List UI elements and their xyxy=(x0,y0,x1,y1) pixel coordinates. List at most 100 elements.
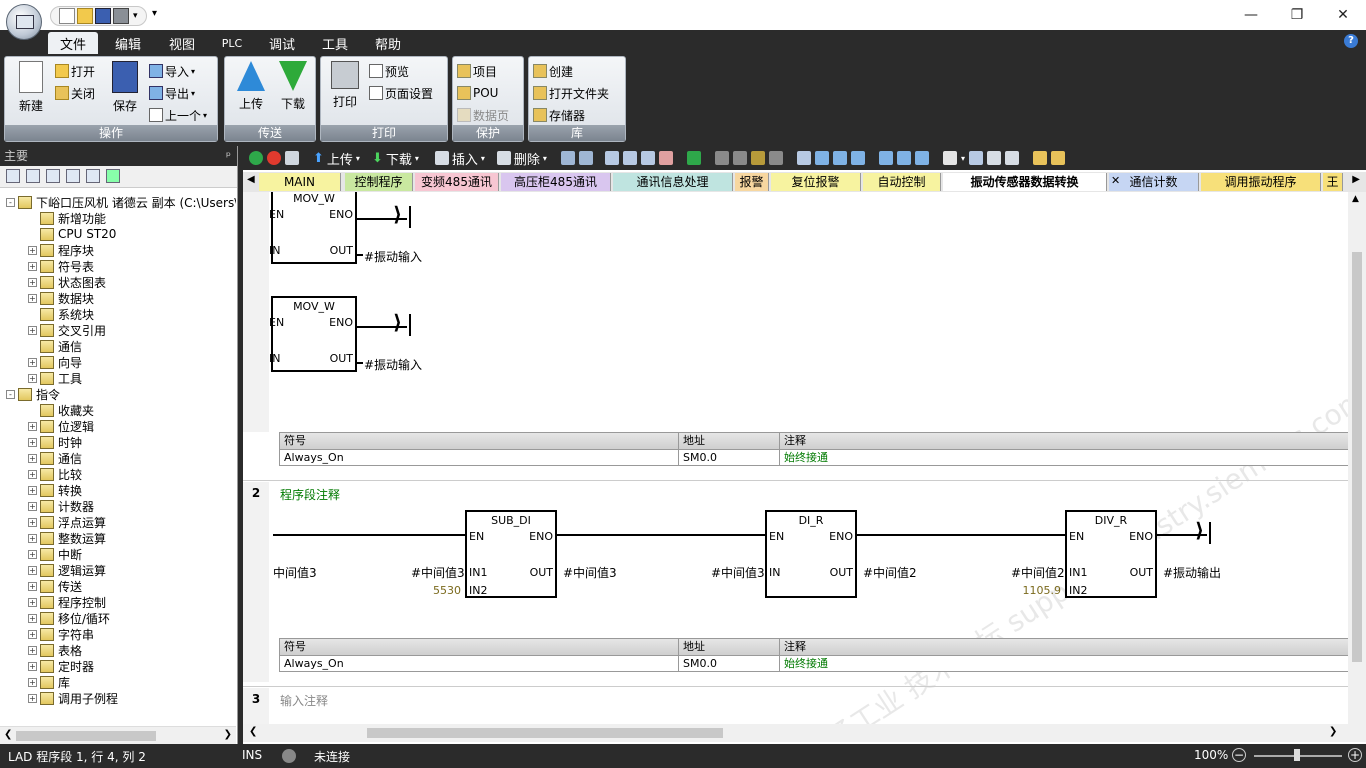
scroll-up-icon[interactable]: ▲ xyxy=(1352,194,1359,204)
program-tab[interactable]: 通信计数 xyxy=(1109,173,1199,191)
expand-icon[interactable]: + xyxy=(28,549,37,559)
tree-item[interactable]: + 通信 xyxy=(28,450,82,466)
document-icon[interactable] xyxy=(86,169,100,183)
tab-view[interactable]: 视图 xyxy=(160,32,204,54)
tree-item[interactable]: 系统块 xyxy=(28,306,94,322)
upload-toolbar-button[interactable]: ⬆ 上传 ▾ xyxy=(313,149,360,168)
window-arrow2-icon[interactable] xyxy=(640,151,655,165)
program-tab[interactable]: 变频485通讯 xyxy=(415,173,499,191)
upload-button[interactable]: 上传 xyxy=(229,61,273,125)
preview-button[interactable]: 预览 xyxy=(369,61,409,81)
pou-protect-button[interactable]: POU xyxy=(457,83,498,103)
expand-icon[interactable]: + xyxy=(28,565,37,575)
help-icon[interactable]: ? xyxy=(1344,34,1358,48)
scroll-right-icon[interactable]: ❯ xyxy=(224,729,232,740)
zoom-out-icon[interactable]: − xyxy=(1232,748,1246,762)
mov-w-box-1[interactable]: MOV_W EN ENO IN OUT xyxy=(269,192,357,264)
list-icon[interactable] xyxy=(46,169,60,183)
tree-item[interactable]: + 时钟 xyxy=(28,434,82,450)
tree-item[interactable]: + 逻辑运算 xyxy=(28,562,106,578)
key-icon[interactable] xyxy=(1032,151,1047,165)
box-icon[interactable] xyxy=(914,151,929,165)
tree-item[interactable]: + 工具 xyxy=(28,370,82,386)
tree-item[interactable]: + 字符串 xyxy=(28,626,94,642)
close-file-button[interactable]: 关闭 xyxy=(55,83,95,103)
expand-icon[interactable]: + xyxy=(28,501,37,511)
tree-item[interactable]: + 计数器 xyxy=(28,498,94,514)
properties-icon[interactable] xyxy=(1050,151,1065,165)
window-arrow-icon[interactable] xyxy=(622,151,637,165)
customize-qat-icon[interactable]: ▾ xyxy=(152,8,157,19)
expand-icon[interactable]: + xyxy=(28,437,37,447)
network-2-comment[interactable]: 程序段注释 xyxy=(280,486,340,503)
program-tab[interactable]: 控制程序 xyxy=(345,173,413,191)
close-tab-icon[interactable]: ✕ xyxy=(1111,174,1120,187)
expand-icon[interactable]: + xyxy=(28,261,37,271)
tab-edit[interactable]: 编辑 xyxy=(106,32,150,54)
expand-icon[interactable]: + xyxy=(28,373,37,383)
line-up-icon[interactable] xyxy=(832,151,847,165)
branch-icon[interactable] xyxy=(796,151,811,165)
tree-item[interactable]: + 中断 xyxy=(28,546,82,562)
save-button[interactable]: 保存 xyxy=(103,61,147,125)
expand-icon[interactable]: + xyxy=(28,661,37,671)
stop-icon[interactable] xyxy=(267,151,281,165)
minimize-button[interactable]: — xyxy=(1228,0,1274,30)
expand-icon[interactable]: + xyxy=(28,277,37,287)
scroll-left-icon[interactable]: ❮ xyxy=(4,729,12,740)
zoom-in-icon[interactable]: + xyxy=(1348,748,1362,762)
tabs-scroll-right-icon[interactable]: ▶ xyxy=(1352,174,1360,185)
scroll-thumb[interactable] xyxy=(367,728,723,738)
pause-monitor-icon[interactable] xyxy=(578,151,593,165)
sub-di-box[interactable]: SUB_DI EN ENO IN1 OUT IN2 xyxy=(465,510,557,598)
app-menu-button[interactable] xyxy=(6,4,42,40)
import-button[interactable]: 导入 ▾ xyxy=(149,61,195,81)
window-icon[interactable] xyxy=(604,151,619,165)
tree-item[interactable]: + 位逻辑 xyxy=(28,418,94,434)
tab-tools[interactable]: 工具 xyxy=(313,32,357,54)
tab-plc[interactable]: PLC xyxy=(212,32,252,54)
tab-help[interactable]: 帮助 xyxy=(366,32,410,54)
tab-file[interactable]: 文件 xyxy=(48,32,98,54)
tree-item[interactable]: + 定时器 xyxy=(28,658,94,674)
pin-icon[interactable]: ᵖ xyxy=(226,146,231,166)
scroll-thumb[interactable] xyxy=(1352,252,1362,662)
tree-item[interactable]: 新增功能 xyxy=(28,210,106,226)
restore-button[interactable]: ❐ xyxy=(1274,0,1320,30)
open-folder-icon[interactable] xyxy=(77,8,93,24)
expand-icon[interactable]: + xyxy=(28,597,37,607)
expand-icon[interactable]: + xyxy=(28,629,37,639)
go-icon[interactable] xyxy=(686,151,701,165)
tree-item[interactable]: - 指令 xyxy=(6,386,60,402)
vertical-scrollbar[interactable]: ▲ xyxy=(1348,192,1366,724)
program-tab[interactable]: MAIN xyxy=(259,173,341,191)
monitor-icon[interactable] xyxy=(106,169,120,183)
program-tab[interactable]: 报警 xyxy=(735,173,769,191)
tree-item[interactable]: + 数据块 xyxy=(28,290,94,306)
print-icon[interactable] xyxy=(113,8,129,24)
line-down-icon[interactable] xyxy=(814,151,829,165)
window-close-icon[interactable] xyxy=(658,151,673,165)
tree-item[interactable]: + 比较 xyxy=(28,466,82,482)
export-button[interactable]: 导出 ▾ xyxy=(149,83,195,103)
coil-icon[interactable] xyxy=(896,151,911,165)
horizontal-scrollbar[interactable]: ❮ ❯ xyxy=(243,724,1366,742)
create-library-button[interactable]: 创建 xyxy=(533,61,573,81)
project-protect-button[interactable]: 项目 xyxy=(457,61,497,81)
tree-item[interactable]: 收藏夹 xyxy=(28,402,94,418)
table-icon[interactable] xyxy=(26,169,40,183)
tree-item[interactable]: + 程序控制 xyxy=(28,594,106,610)
expand-icon[interactable]: + xyxy=(28,325,37,335)
new-button[interactable]: 新建 xyxy=(9,61,53,125)
chevron-down-icon[interactable]: ▾ xyxy=(961,154,965,163)
chevron-down-icon[interactable]: ▾ xyxy=(133,11,138,21)
expand-icon[interactable]: + xyxy=(28,469,37,479)
compile-icon[interactable] xyxy=(285,151,299,165)
tree-item[interactable]: + 传送 xyxy=(28,578,82,594)
tree-item[interactable]: + 调用子例程 xyxy=(28,690,118,706)
line-right-icon[interactable] xyxy=(850,151,865,165)
expand-icon[interactable]: + xyxy=(28,645,37,655)
collapse-icon[interactable]: - xyxy=(6,197,15,207)
expand-icon[interactable]: + xyxy=(28,581,37,591)
comment-icon[interactable] xyxy=(942,151,957,165)
